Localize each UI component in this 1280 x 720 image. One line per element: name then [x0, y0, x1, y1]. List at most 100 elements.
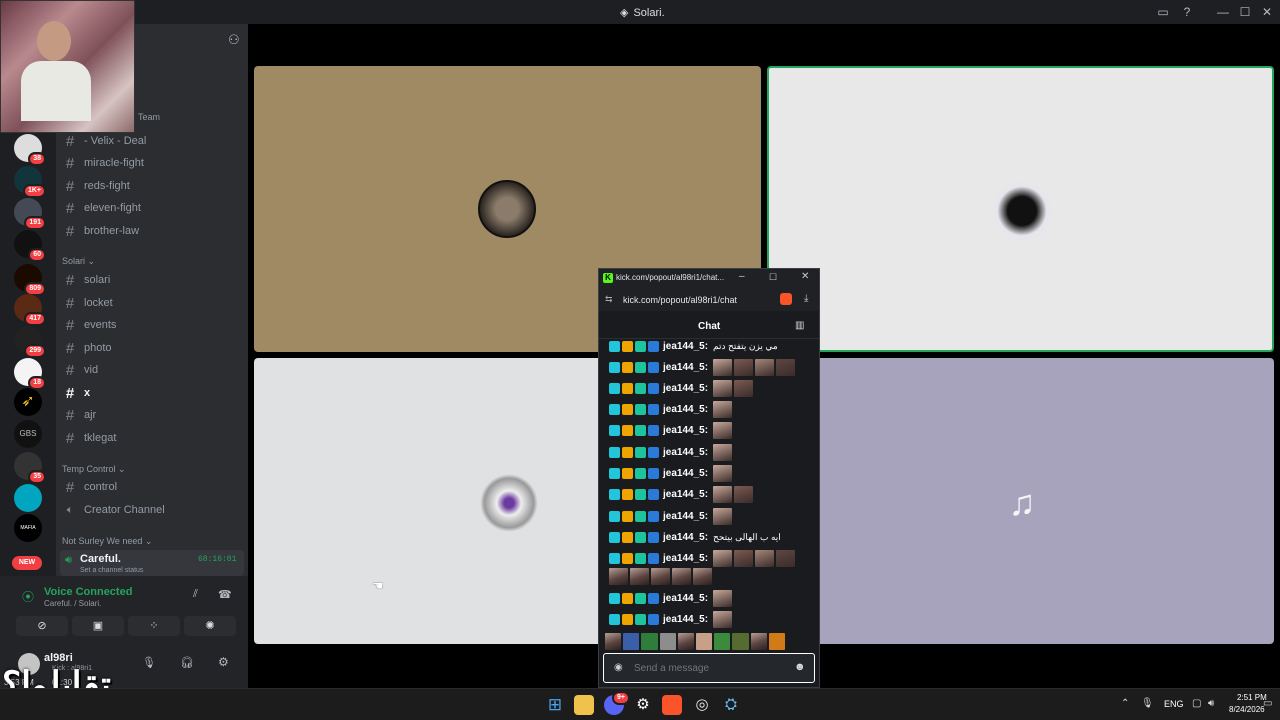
category-solari[interactable]: Solari ⌄: [62, 256, 95, 267]
emoji-icon[interactable]: ☻: [794, 661, 806, 673]
close-button[interactable]: ✕: [1259, 4, 1275, 20]
chat-message[interactable]: jea144_5:: [609, 401, 733, 419]
emote-bar[interactable]: [605, 633, 786, 651]
emote-icon[interactable]: [641, 633, 658, 650]
soundboard-button[interactable]: ✺: [184, 616, 236, 636]
minimize-button[interactable]: —: [1215, 4, 1231, 20]
emote-icon[interactable]: [677, 633, 695, 650]
channel-item-unread[interactable]: # x: [62, 382, 242, 404]
server-icon[interactable]: 18: [14, 358, 46, 390]
camera-button[interactable]: ⊘: [16, 616, 68, 636]
emote-icon[interactable]: [714, 633, 731, 650]
download-icon[interactable]: ⤓: [804, 293, 808, 304]
category-temp[interactable]: Temp Control ⌄: [62, 464, 126, 475]
chat-username[interactable]: jea144_5:: [663, 383, 708, 394]
channel-item[interactable]: # ajr: [62, 404, 242, 426]
chat-message[interactable]: jea144_5: ايه ب الهالى بيتحح: [609, 528, 781, 546]
chat-username[interactable]: jea144_5:: [663, 468, 708, 479]
tray-overflow-icon[interactable]: ⌃: [1121, 698, 1129, 709]
server-icon[interactable]: 417: [14, 294, 46, 326]
message-input-box[interactable]: ◉ ☻: [603, 653, 815, 683]
file-explorer-icon[interactable]: [574, 695, 594, 715]
chat-username[interactable]: jea144_5:: [663, 489, 708, 500]
microphone-tray-icon[interactable]: 🎙︎: [1141, 698, 1154, 709]
server-icon[interactable]: 299: [14, 326, 46, 358]
channel-item[interactable]: # reds-fight: [62, 175, 242, 197]
popup-close-button[interactable]: ✕: [801, 271, 809, 282]
chat-message[interactable]: jea144_5:: [609, 358, 796, 376]
help-icon[interactable]: ?: [1179, 4, 1195, 20]
network-icon[interactable]: ▢: [1192, 698, 1201, 709]
channel-item[interactable]: 🔈︎ Creator Channel: [62, 499, 242, 521]
channel-item[interactable]: # solari: [62, 269, 242, 291]
popup-minimize-button[interactable]: –: [739, 271, 745, 282]
chat-message[interactable]: jea144_5:: [609, 589, 733, 607]
server-icon[interactable]: GBS: [14, 420, 42, 448]
emote-icon[interactable]: [696, 633, 713, 650]
chat-username[interactable]: jea144_5:: [663, 404, 708, 415]
clock-date[interactable]: 8/24/2026: [1229, 705, 1265, 714]
volume-icon[interactable]: 🔊︎: [1208, 698, 1214, 709]
maximize-button[interactable]: ☐: [1237, 4, 1253, 20]
chat-message[interactable]: jea144_5:: [609, 550, 796, 568]
voice-channel-active[interactable]: 🔊︎ Careful. 68:16:01 Set a channel statu…: [60, 550, 244, 576]
server-icon[interactable]: 1K+: [14, 166, 46, 198]
emote-icon[interactable]: [623, 633, 640, 650]
category-notsurley[interactable]: Not Surley We need ⌄: [62, 536, 152, 547]
popup-maximize-button[interactable]: ☐: [769, 272, 777, 283]
server-icon[interactable]: 60: [14, 230, 46, 262]
steam-icon[interactable]: ⚙: [633, 695, 653, 715]
channel-deal[interactable]: # - Velix - Deal: [62, 130, 242, 152]
discord-icon[interactable]: 9+: [604, 691, 630, 715]
headphones-icon[interactable]: 🎧︎: [180, 656, 194, 669]
server-icon[interactable]: 35: [14, 452, 46, 484]
screenshare-button[interactable]: ▣: [72, 616, 124, 636]
chat-username[interactable]: jea144_5:: [663, 553, 708, 564]
site-info-icon[interactable]: ⇆: [605, 294, 613, 305]
inbox-icon[interactable]: ▭: [1155, 4, 1171, 20]
server-icon[interactable]: ➶: [14, 388, 42, 416]
channel-item[interactable]: # control: [62, 476, 242, 498]
disconnect-icon[interactable]: ☎: [218, 588, 232, 601]
chat-username[interactable]: jea144_5:: [663, 511, 708, 522]
address-bar[interactable]: ⇆ kick.com/popout/al98ri1/chat ⤓: [599, 289, 819, 311]
chat-username[interactable]: jea144_5:: [663, 425, 708, 436]
steam-app-icon[interactable]: ⛭: [721, 695, 741, 715]
chat-message[interactable]: jea144_5:: [609, 507, 733, 525]
chat-message[interactable]: jea144_5:: [609, 610, 733, 628]
chat-settings-icon[interactable]: ◉: [614, 662, 623, 673]
message-input[interactable]: [634, 661, 784, 675]
channel-item[interactable]: # miracle-fight: [62, 152, 242, 174]
leaderboard-icon[interactable]: ▥: [795, 320, 804, 331]
server-icon[interactable]: 38: [14, 134, 46, 166]
server-icon[interactable]: MAFIA: [14, 514, 42, 542]
channel-item[interactable]: # eleven-fight: [62, 197, 242, 219]
settings-gear-icon[interactable]: ⚙: [218, 655, 229, 669]
emote-icon[interactable]: [605, 633, 622, 650]
channel-item[interactable]: # events: [62, 314, 242, 336]
chat-message[interactable]: jea144_5:: [609, 379, 754, 397]
channel-item[interactable]: # locket: [62, 292, 242, 314]
channel-item[interactable]: # tklegat: [62, 427, 242, 449]
chat-username[interactable]: jea144_5:: [663, 614, 708, 625]
windows-start-icon[interactable]: ⊞: [545, 695, 565, 715]
emote-icon[interactable]: [732, 633, 749, 650]
emote-icon[interactable]: [659, 633, 676, 650]
app-icon[interactable]: ◎: [692, 695, 712, 715]
chat-message[interactable]: jea144_5:: [609, 422, 733, 440]
activities-button[interactable]: ⁘: [128, 616, 180, 636]
chat-message[interactable]: jea144_5:: [609, 465, 733, 483]
channel-item[interactable]: # vid: [62, 359, 242, 381]
server-icon[interactable]: 809: [14, 264, 46, 296]
chat-username[interactable]: jea144_5:: [663, 532, 708, 543]
emote-icon[interactable]: [768, 633, 786, 650]
voice-connected-label[interactable]: Voice Connected: [44, 586, 132, 598]
chat-message[interactable]: jea144_5: مي يزن يتفتح دتم: [609, 339, 778, 355]
chat-username[interactable]: jea144_5:: [663, 593, 708, 604]
chat-message-list[interactable]: jea144_5: مي يزن يتفتح دتم jea144_5: jea14…: [599, 339, 819, 635]
emote-icon[interactable]: [750, 633, 767, 650]
notification-icon[interactable]: ▭: [1263, 698, 1272, 709]
participant-tile-speaking[interactable]: [767, 66, 1274, 352]
channel-item[interactable]: # photo: [62, 337, 242, 359]
brave-shield-icon[interactable]: [780, 293, 792, 305]
